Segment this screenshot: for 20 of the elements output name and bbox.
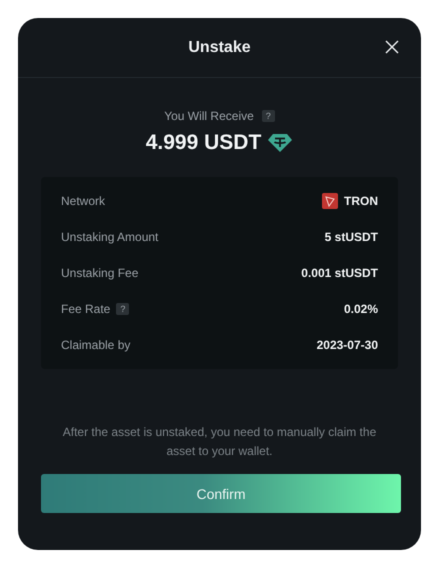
- detail-label: Fee Rate: [61, 302, 110, 316]
- detail-label: Network: [61, 194, 106, 208]
- detail-value: TRON: [344, 194, 378, 208]
- confirm-button[interactable]: Confirm: [41, 474, 401, 513]
- diamond-token-icon: [267, 133, 294, 153]
- detail-label: Unstaking Amount: [61, 230, 158, 244]
- detail-label: Claimable by: [61, 338, 130, 352]
- receive-amount: 4.999 USDT: [146, 131, 262, 155]
- receive-label: You Will Receive: [164, 109, 254, 123]
- network-logo-icon: [322, 193, 338, 209]
- detail-value: 0.02%: [344, 302, 378, 316]
- dialog-title: Unstake: [188, 38, 251, 56]
- detail-value: 5 stUSDT: [324, 230, 378, 244]
- help-badge[interactable]: ?: [262, 110, 275, 122]
- help-badge[interactable]: ?: [116, 303, 130, 315]
- close-icon[interactable]: [385, 40, 399, 54]
- detail-value: 0.001 stUSDT: [301, 266, 378, 280]
- detail-label: Unstaking Fee: [61, 266, 138, 280]
- info-note: After the asset is unstaked, you need to manually claim the asset to your wallet.: [62, 424, 378, 460]
- detail-value: 2023-07-30: [316, 338, 378, 352]
